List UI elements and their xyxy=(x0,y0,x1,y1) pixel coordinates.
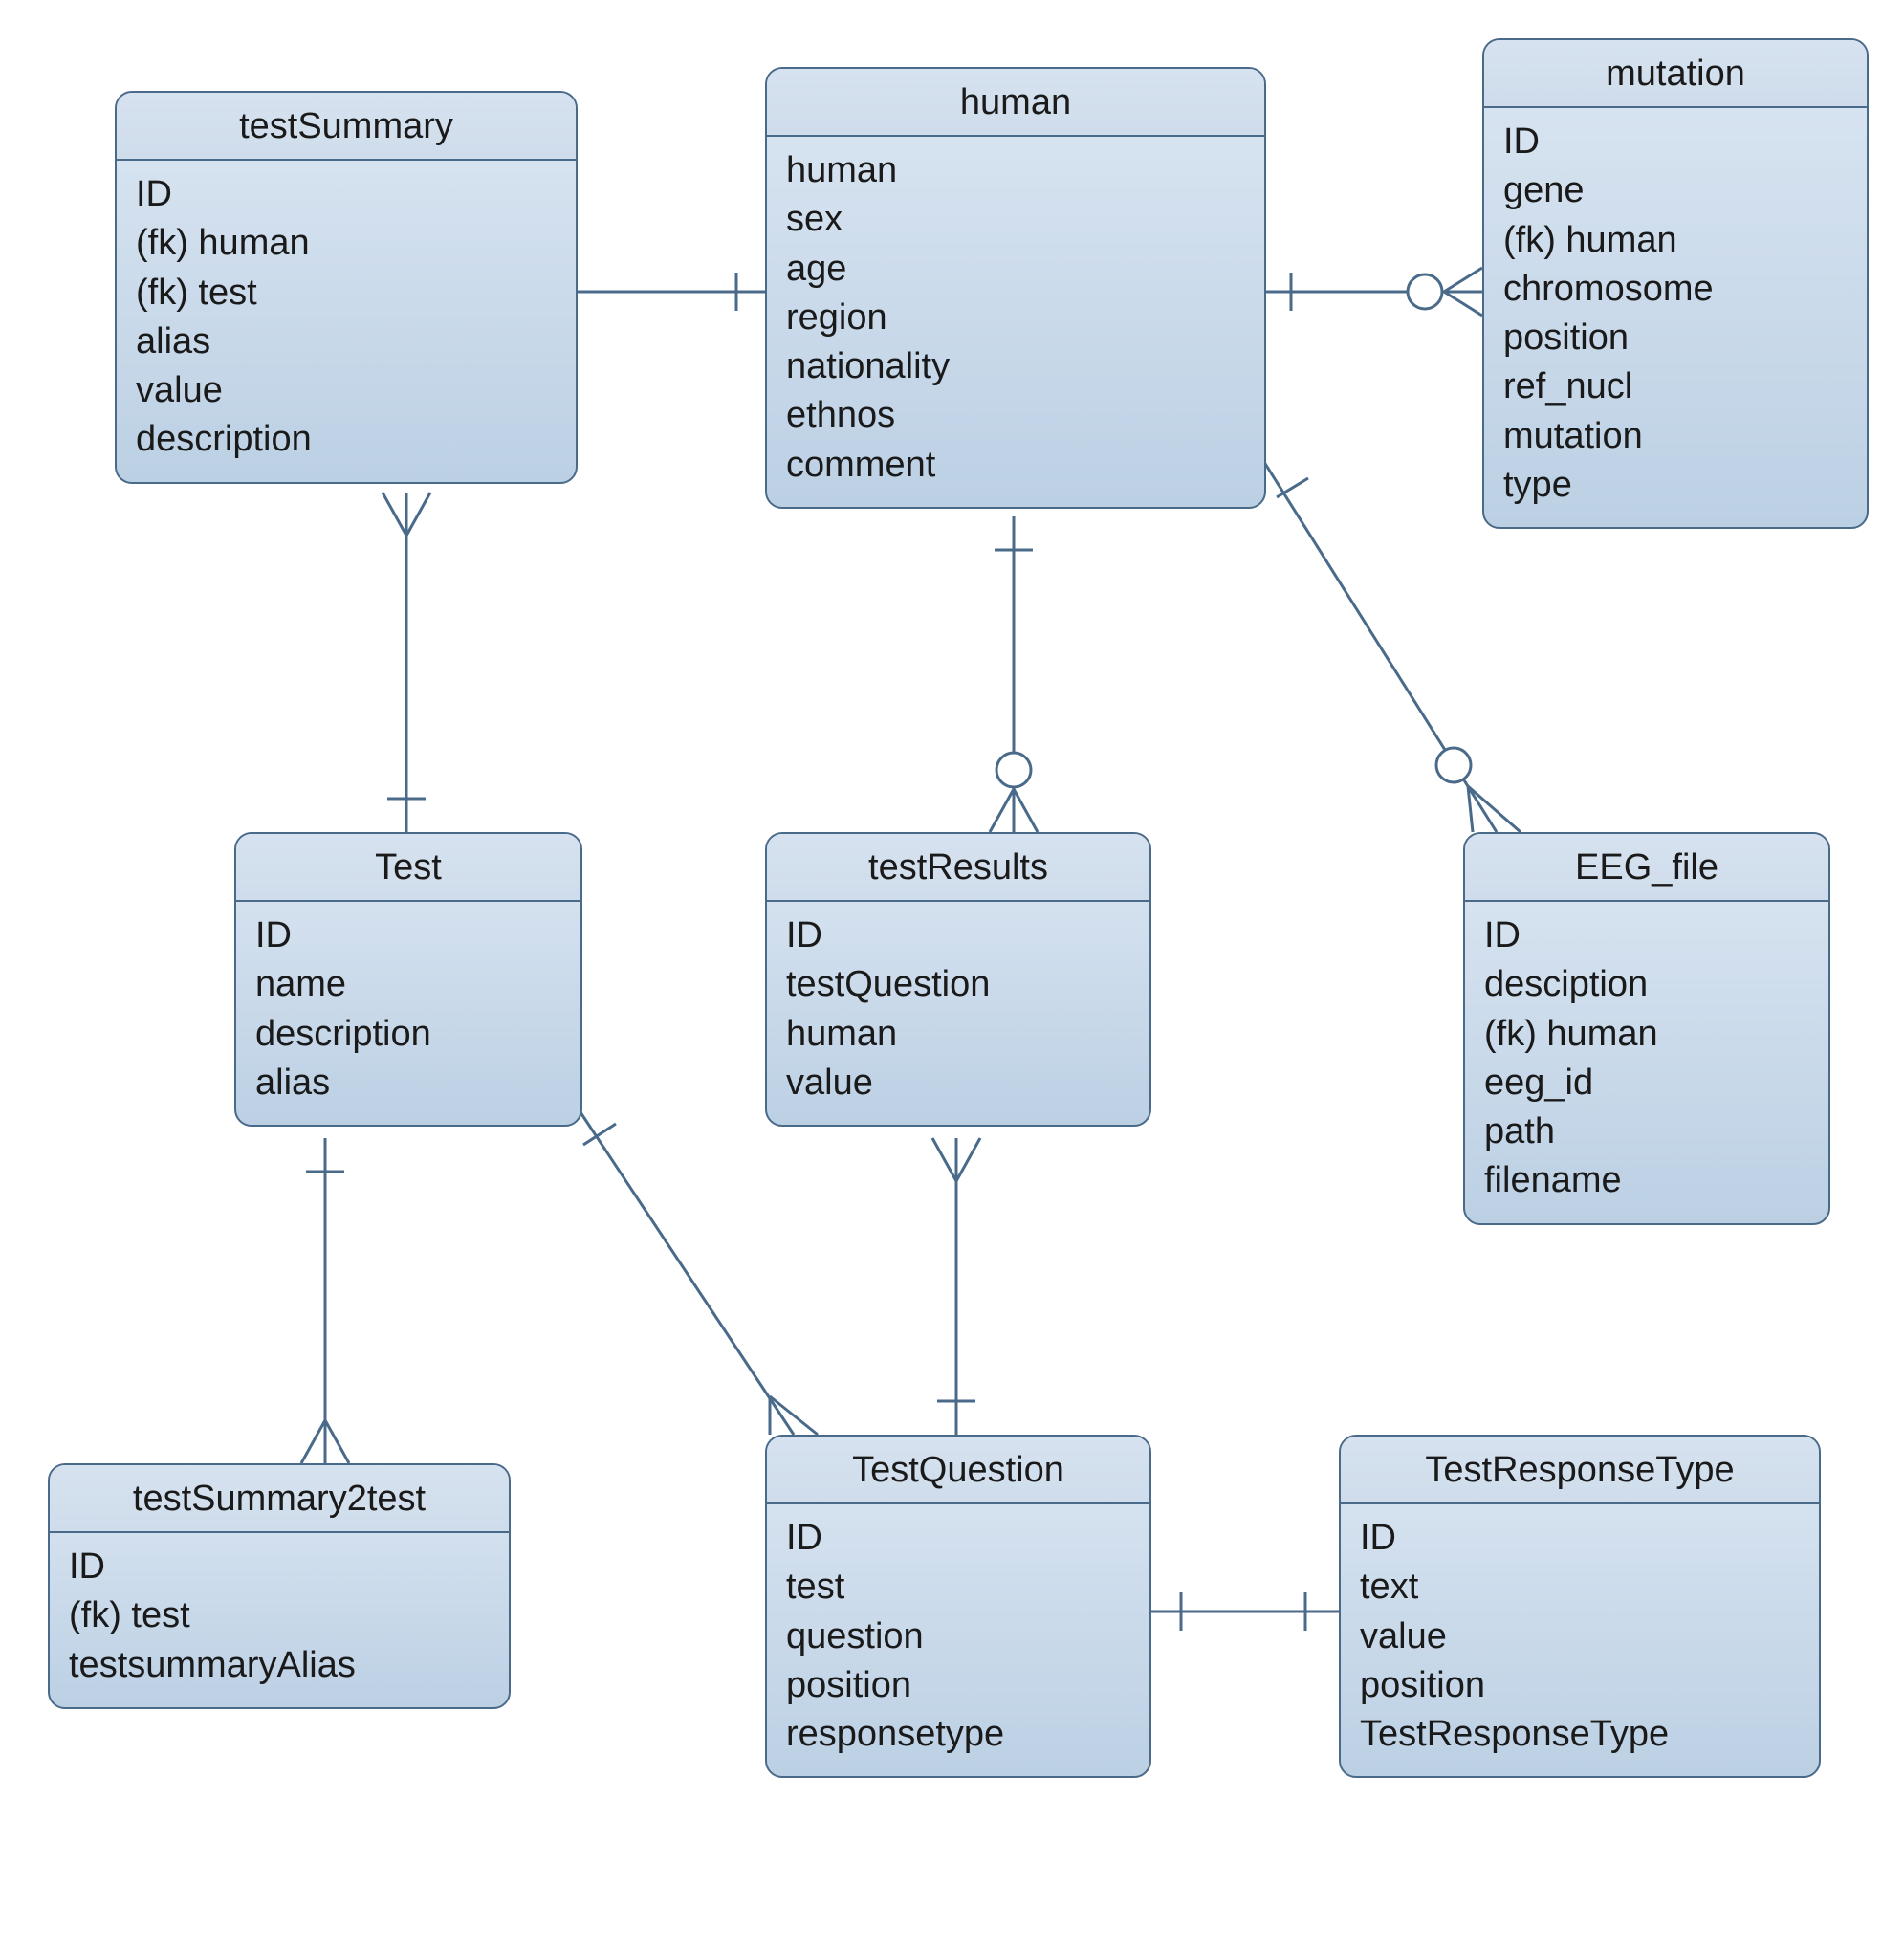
entity-title: testSummary xyxy=(117,93,576,161)
entity-fields: ID testQuestion human value xyxy=(767,902,1149,1125)
entity-title: TestResponseType xyxy=(1341,1437,1819,1504)
field: (fk) human xyxy=(136,219,557,268)
entity-title: TestQuestion xyxy=(767,1437,1149,1504)
entity-fields: ID (fk) test testsummaryAlias xyxy=(50,1533,509,1707)
entity-EEG_file: EEG_file ID desciption (fk) human eeg_id… xyxy=(1463,832,1830,1225)
field: testQuestion xyxy=(786,960,1130,1009)
field: comment xyxy=(786,441,1245,490)
entity-TestQuestion: TestQuestion ID test question position r… xyxy=(765,1435,1151,1778)
field: desciption xyxy=(1484,960,1809,1009)
field: description xyxy=(255,1010,561,1059)
field: age xyxy=(786,245,1245,294)
field: alias xyxy=(255,1059,561,1108)
field: filename xyxy=(1484,1156,1809,1205)
field: TestResponseType xyxy=(1360,1710,1800,1759)
rel-human-EEGfile xyxy=(1262,459,1497,832)
field: human xyxy=(786,1010,1130,1059)
field: position xyxy=(786,1661,1130,1710)
field: ethnos xyxy=(786,391,1245,440)
entity-title: Test xyxy=(236,834,580,902)
entity-fields: ID name description alias xyxy=(236,902,580,1125)
entity-fields: ID text value position TestResponseType xyxy=(1341,1504,1819,1776)
field: description xyxy=(136,415,557,464)
field: (fk) test xyxy=(136,269,557,318)
entity-Test: Test ID name description alias xyxy=(234,832,582,1127)
entity-TestResponseType: TestResponseType ID text value position … xyxy=(1339,1435,1821,1778)
field: ID xyxy=(1484,911,1809,960)
entity-title: EEG_file xyxy=(1465,834,1828,902)
field: ID xyxy=(255,911,561,960)
field: ID xyxy=(786,1514,1130,1563)
entity-title: testSummary2test xyxy=(50,1465,509,1533)
field: question xyxy=(786,1612,1130,1661)
field: value xyxy=(136,366,557,415)
field: ID xyxy=(1503,118,1848,166)
field: ID xyxy=(136,170,557,219)
field: (fk) test xyxy=(69,1591,490,1640)
field: region xyxy=(786,294,1245,342)
field: type xyxy=(1503,461,1848,510)
field: sex xyxy=(786,195,1245,244)
field: ref_nucl xyxy=(1503,362,1848,411)
field: (fk) human xyxy=(1503,216,1848,265)
field: ID xyxy=(69,1543,490,1591)
field: gene xyxy=(1503,166,1848,215)
field: ID xyxy=(1360,1514,1800,1563)
entity-human: human human sex age region nationality e… xyxy=(765,67,1266,509)
entity-mutation: mutation ID gene (fk) human chromosome p… xyxy=(1482,38,1869,529)
field: alias xyxy=(136,318,557,366)
field: path xyxy=(1484,1108,1809,1156)
field: position xyxy=(1503,314,1848,362)
entity-fields: ID test question position responsetype xyxy=(767,1504,1149,1776)
field: value xyxy=(1360,1612,1800,1661)
entity-fields: ID desciption (fk) human eeg_id path fil… xyxy=(1465,902,1828,1223)
field: test xyxy=(786,1563,1130,1612)
entity-testSummary2test: testSummary2test ID (fk) test testsummar… xyxy=(48,1463,511,1709)
entity-title: human xyxy=(767,69,1264,137)
entity-fields: ID (fk) human (fk) test alias value desc… xyxy=(117,161,576,482)
field: value xyxy=(786,1059,1130,1108)
field: nationality xyxy=(786,342,1245,391)
field: mutation xyxy=(1503,412,1848,461)
field: name xyxy=(255,960,561,1009)
field: chromosome xyxy=(1503,265,1848,314)
entity-fields: ID gene (fk) human chromosome position r… xyxy=(1484,108,1867,527)
entity-testResults: testResults ID testQuestion human value xyxy=(765,832,1151,1127)
entity-fields: human sex age region nationality ethnos … xyxy=(767,137,1264,507)
field: eeg_id xyxy=(1484,1059,1809,1108)
field: responsetype xyxy=(786,1710,1130,1759)
field: position xyxy=(1360,1661,1800,1710)
field: human xyxy=(786,146,1245,195)
er-diagram-canvas: testSummary ID (fk) human (fk) test alia… xyxy=(0,0,1904,1952)
rel-Test-TestQuestion xyxy=(579,1109,794,1435)
entity-title: mutation xyxy=(1484,40,1867,108)
field: (fk) human xyxy=(1484,1010,1809,1059)
field: testsummaryAlias xyxy=(69,1641,490,1690)
field: text xyxy=(1360,1563,1800,1612)
field: ID xyxy=(786,911,1130,960)
entity-title: testResults xyxy=(767,834,1149,902)
entity-testSummary: testSummary ID (fk) human (fk) test alia… xyxy=(115,91,578,484)
